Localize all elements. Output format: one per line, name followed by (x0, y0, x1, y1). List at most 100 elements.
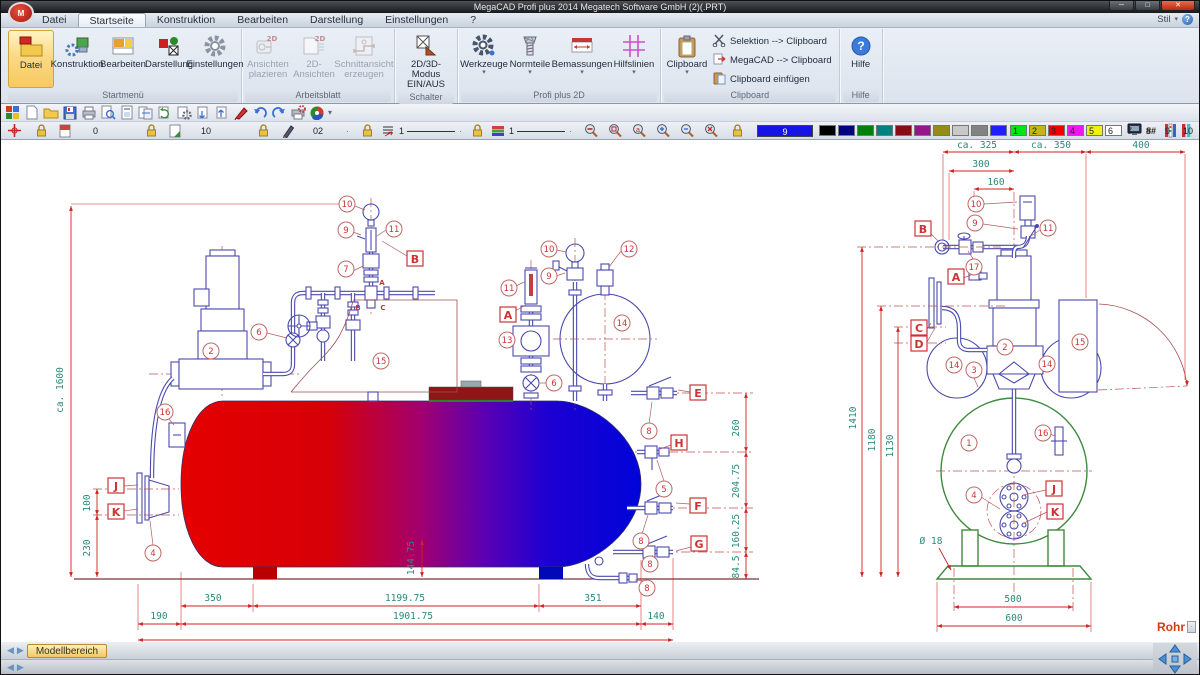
page-setup-icon[interactable] (119, 105, 135, 120)
clipboard-caret-icon[interactable]: ▾ (685, 70, 689, 76)
konstruktion-button[interactable]: Konstruktion (54, 30, 100, 88)
title-bar[interactable]: MegaCAD Profi plus 2014 Megatech Softwar… (1, 1, 1199, 13)
style-menu[interactable]: Stil (1157, 14, 1170, 25)
group-lock-icon[interactable] (145, 123, 158, 138)
schnittansicht-button[interactable]: Schnittansicht erzeugen (337, 30, 391, 88)
style-caret-icon[interactable]: ▾ (1174, 17, 1178, 23)
color-swatch[interactable] (933, 125, 950, 136)
hilfslinien-caret-icon[interactable]: ▾ (632, 70, 636, 76)
zoom-in-icon[interactable] (655, 123, 672, 139)
tab-startseite[interactable]: Startseite (78, 13, 146, 27)
layer-value[interactable]: 0 (93, 126, 98, 136)
pen-number-button[interactable]: 9 (1158, 126, 1177, 136)
megacad-logo-icon[interactable]: M (8, 2, 34, 24)
zoom-out-icon[interactable] (679, 123, 696, 139)
doc-settings-icon[interactable] (176, 105, 192, 120)
model-space-tab[interactable]: Modellbereich (27, 644, 107, 658)
tab-einstellungen[interactable]: Einstellungen (374, 13, 459, 27)
color-wheel-icon[interactable] (309, 105, 325, 120)
ansichten-plazieren-button[interactable]: 2D Ansichten plazieren (245, 30, 291, 88)
bearbeiten-button[interactable]: Bearbeiten (100, 30, 146, 88)
pen-value[interactable]: 02 (313, 126, 323, 136)
color-swatch[interactable] (971, 125, 988, 136)
snap-crosshair-icon[interactable] (7, 123, 22, 138)
color-swatch[interactable] (819, 125, 836, 136)
2d3d-modus-button[interactable]: 2D/3D-Modus EIN/AUS (398, 30, 454, 90)
rohr-label[interactable]: Rohr · (1157, 620, 1196, 634)
tab-datei[interactable]: Datei (31, 13, 78, 27)
zoom-all-icon[interactable]: a (631, 123, 648, 139)
doc-import-icon[interactable] (214, 105, 230, 120)
open-folder-icon[interactable] (43, 105, 59, 120)
selektion-clipboard-button[interactable]: Selektion --> Clipboard (712, 33, 832, 50)
datei-button[interactable]: Datei (8, 30, 54, 88)
pen-number-button[interactable]: 10 (1177, 126, 1199, 136)
linetype-value[interactable]: 1 (399, 126, 404, 136)
close-button[interactable]: ✕ (1161, 1, 1195, 11)
pen-lock-icon[interactable] (257, 123, 270, 138)
color-swatch[interactable] (990, 125, 1007, 136)
bemassungen-button[interactable]: Bemassungen ▾ (553, 30, 611, 88)
print-settings-icon[interactable] (290, 105, 306, 120)
werkzeuge-caret-icon[interactable]: ▾ (482, 70, 486, 76)
sheet-back-icon[interactable]: ◀ (7, 645, 14, 656)
normteile-button[interactable]: Normteile ▾ (507, 30, 553, 88)
doc-export-icon[interactable] (195, 105, 211, 120)
linewidth-icon[interactable] (491, 123, 505, 138)
color-lock-icon[interactable] (731, 123, 744, 138)
pen-icon[interactable] (281, 123, 295, 138)
help-icon[interactable]: ? (1182, 14, 1193, 25)
tab-bearbeiten[interactable]: Bearbeiten (226, 13, 299, 27)
color-swatch[interactable] (876, 125, 893, 136)
zoom-previous-icon[interactable] (583, 123, 600, 139)
hilfslinien-button[interactable]: Hilfslinien ▾ (611, 30, 657, 88)
drawing-canvas[interactable]: ca. 1600 100 230 144.75 260 204.75 160.2… (1, 140, 1199, 642)
print-preview-icon[interactable] (100, 105, 116, 120)
2d-ansichten-button[interactable]: 2D 2D-Ansichten (291, 30, 337, 88)
pen-number-button[interactable]: 6 (1101, 126, 1120, 136)
minimize-button[interactable]: ─ (1109, 1, 1134, 11)
tab-help[interactable]: ? (459, 13, 487, 27)
einstellungen-button[interactable]: Einstellungen (192, 30, 238, 88)
new-file-icon[interactable] (24, 105, 40, 120)
layer-lock-icon[interactable] (35, 123, 48, 138)
color-swatch[interactable] (914, 125, 931, 136)
clipboard-einfuegen-button[interactable]: Clipboard einfügen (712, 71, 832, 88)
color-swatch[interactable] (838, 125, 855, 136)
undo-icon[interactable] (252, 105, 268, 120)
sheet-forward-icon[interactable]: ▶ (17, 645, 24, 656)
normteile-caret-icon[interactable]: ▾ (528, 70, 532, 76)
group-icon[interactable] (169, 123, 183, 138)
doc-refresh-icon[interactable] (157, 105, 173, 120)
linetype-icon[interactable] (381, 123, 395, 138)
linetype-caret-icon[interactable]: · (459, 126, 462, 136)
view-back-icon[interactable]: ◀ (7, 662, 14, 673)
active-color-swatch[interactable]: 9 (757, 125, 813, 137)
print-icon[interactable] (81, 105, 97, 120)
tab-darstellung[interactable]: Darstellung (299, 13, 374, 27)
pen-number-button[interactable]: 3 (1044, 126, 1063, 136)
pen-caret-icon[interactable]: · (346, 126, 349, 136)
megacad-clipboard-button[interactable]: MegaCAD --> Clipboard (712, 52, 832, 69)
redo-icon[interactable] (271, 105, 287, 120)
pen-number-button[interactable]: 4 (1063, 126, 1082, 136)
clipboard-button[interactable]: Clipboard ▾ (664, 30, 710, 88)
pen-number-button[interactable]: 1 (1006, 126, 1025, 136)
werkzeuge-button[interactable]: Werkzeuge ▾ (461, 30, 507, 88)
linewidth-caret-icon[interactable]: · (569, 126, 572, 136)
toolbar-options-icon[interactable]: ▾ (328, 108, 332, 117)
view-forward-icon[interactable]: ▶ (17, 662, 24, 673)
linewidth-value[interactable]: 1 (509, 126, 514, 136)
darstellung-button[interactable]: Darstellung (146, 30, 192, 88)
zoom-window-icon[interactable] (607, 123, 624, 139)
pen-number-button[interactable]: 5 (1082, 126, 1101, 136)
app-colors-icon[interactable] (5, 105, 21, 120)
rohr-dropdown-icon[interactable]: · (1187, 621, 1196, 633)
doc-link-icon[interactable] (138, 105, 154, 120)
redline-pen-icon[interactable] (233, 105, 249, 120)
pen-number-button[interactable]: 2 (1025, 126, 1044, 136)
pan-control[interactable] (1153, 643, 1197, 675)
linetype-lock-icon[interactable] (361, 123, 374, 138)
bemassungen-caret-icon[interactable]: ▾ (580, 70, 584, 76)
save-icon[interactable] (62, 105, 78, 120)
